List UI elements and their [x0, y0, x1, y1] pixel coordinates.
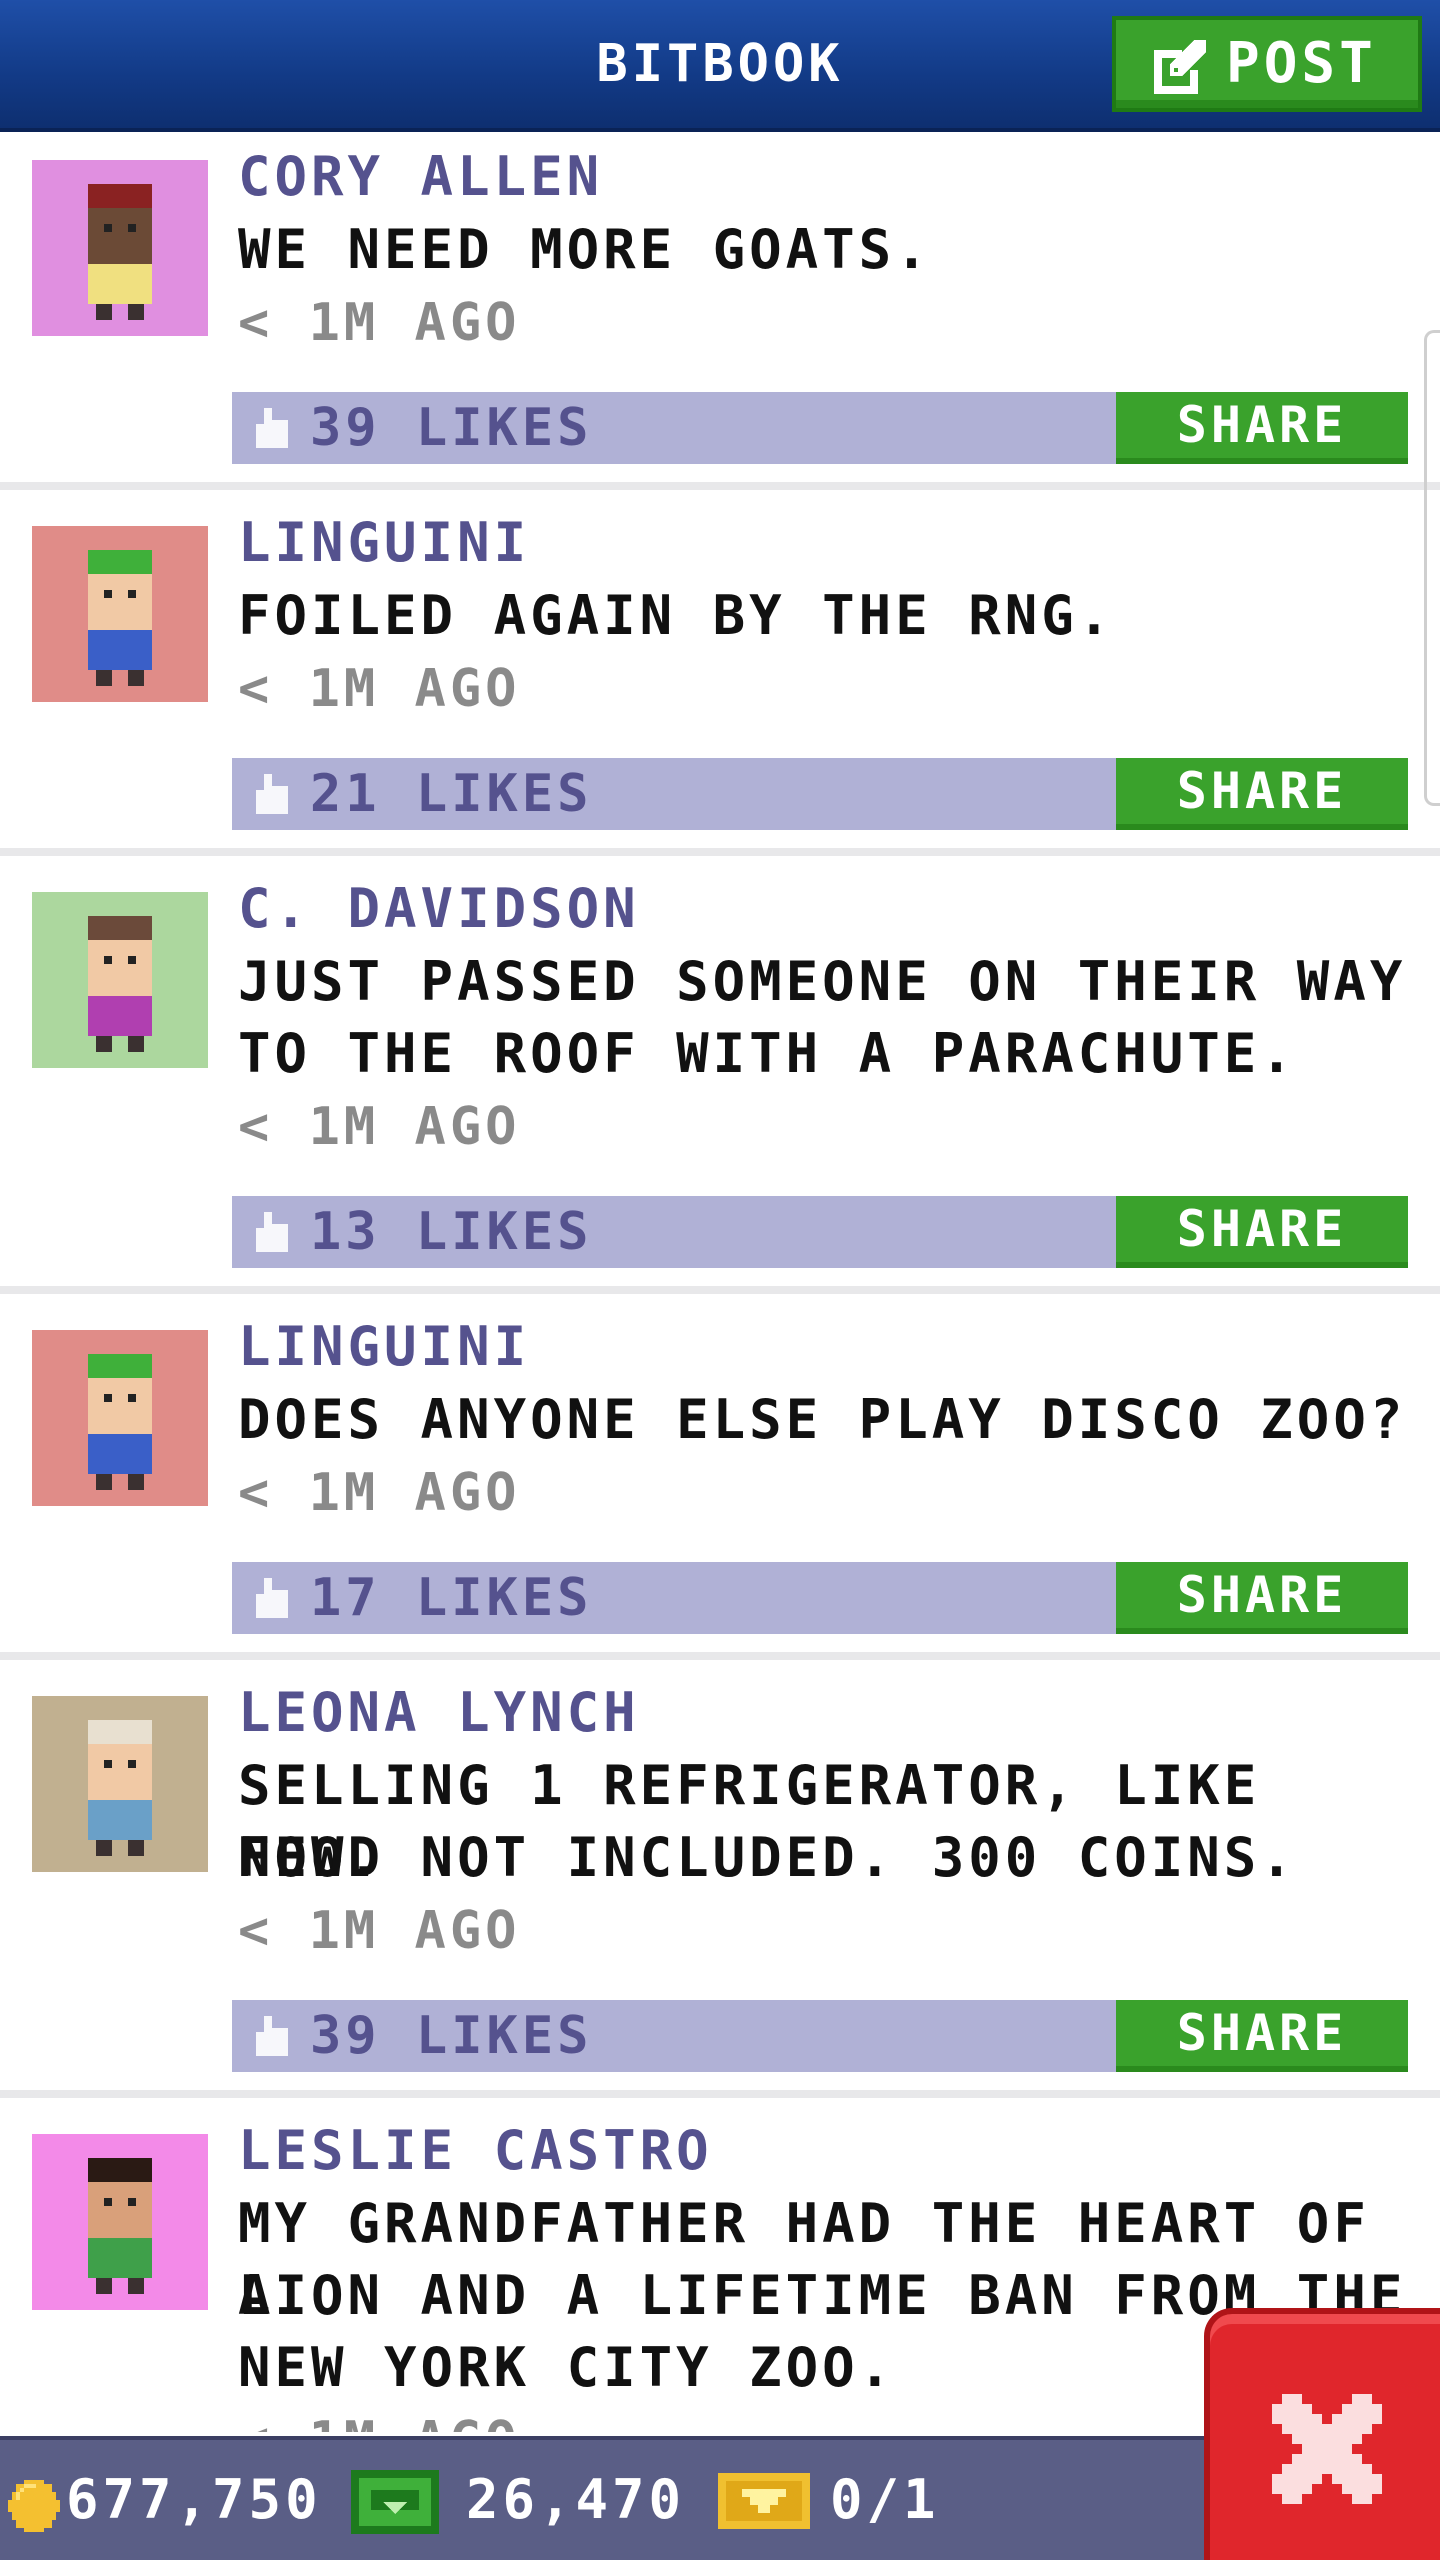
- avatar[interactable]: [32, 2134, 208, 2310]
- likes-count: 39 LIKES: [310, 2006, 593, 2066]
- author-name[interactable]: LESLIE CASTRO: [238, 2116, 713, 2186]
- post-text-line: MY GRANDFATHER HAD THE HEART OF A: [238, 2192, 1370, 2327]
- author-name[interactable]: LINGUINI: [238, 508, 530, 578]
- avatar[interactable]: [32, 1330, 208, 1506]
- likes-count: 17 LIKES: [310, 1568, 593, 1628]
- post-time: < 1M AGO: [238, 2406, 520, 2432]
- share-button[interactable]: SHARE: [1116, 758, 1408, 830]
- post-time: < 1M AGO: [238, 659, 521, 719]
- coin-icon: [8, 2480, 60, 2532]
- post-text-line: DOES ANYONE ELSE PLAY DISCO ZOO?: [238, 1388, 1407, 1451]
- thumbs-up-icon[interactable]: [252, 2016, 292, 2056]
- feed-post: LINGUINI FOILED AGAIN BY THE RNG. < 1M AGO…: [0, 498, 1440, 856]
- author-name[interactable]: CORY ALLEN: [238, 142, 603, 212]
- thumbs-up-icon[interactable]: [252, 408, 292, 448]
- share-button[interactable]: SHARE: [1116, 392, 1408, 464]
- edit-icon: [1154, 40, 1206, 94]
- bux-icon: [351, 2470, 439, 2534]
- post-text-line: WE NEED MORE GOATS.: [238, 218, 932, 281]
- share-button[interactable]: SHARE: [1116, 1196, 1408, 1268]
- thumbs-up-icon[interactable]: [252, 1212, 292, 1252]
- share-button[interactable]: SHARE: [1116, 1562, 1408, 1634]
- close-button[interactable]: [1204, 2308, 1440, 2560]
- feed-list[interactable]: CORY ALLEN WE NEED MORE GOATS. < 1M AGO 39 …: [0, 132, 1440, 2432]
- post-text-line: FOILED AGAIN BY THE RNG.: [238, 584, 1115, 647]
- post-text-line: FOOD NOT INCLUDED. 300 COINS.: [238, 1826, 1297, 1889]
- likes-bar: 13 LIKES SHARE: [232, 1196, 1408, 1268]
- feed-post: LEONA LYNCH SELLING 1 REFRIGERATOR, LIKE …: [0, 1668, 1440, 2098]
- likes-bar: 21 LIKES SHARE: [232, 758, 1408, 830]
- bux-count: 26,470: [466, 2468, 686, 2531]
- avatar[interactable]: [32, 526, 208, 702]
- header-bar: BITBOOK POST: [0, 0, 1440, 132]
- avatar[interactable]: [32, 892, 208, 1068]
- post-button-label: POST: [1226, 31, 1377, 96]
- post-time: < 1M AGO: [238, 1463, 521, 1523]
- likes-count: 39 LIKES: [310, 398, 593, 458]
- share-button[interactable]: SHARE: [1116, 2000, 1408, 2072]
- feed-post: C. DAVIDSON JUST PASSED SOMEONE ON THEIR …: [0, 864, 1440, 1294]
- likes-count: 13 LIKES: [310, 1202, 593, 1262]
- author-name[interactable]: LEONA LYNCH: [238, 1678, 640, 1748]
- post-text-line: SELLING 1 REFRIGERATOR, LIKE NEW.: [238, 1754, 1261, 1889]
- post-time: < 1M AGO: [238, 293, 521, 353]
- post-text-line: JUST PASSED SOMEONE ON THEIR WAY: [238, 950, 1407, 1013]
- coins-count: 677,750: [66, 2468, 322, 2531]
- scrollbar[interactable]: [1424, 330, 1440, 806]
- avatar[interactable]: [32, 160, 208, 336]
- close-icon: [1272, 2394, 1382, 2504]
- ticket-icon: [718, 2473, 810, 2529]
- tickets-count: 0/1: [830, 2468, 940, 2531]
- author-name[interactable]: LINGUINI: [238, 1312, 530, 1382]
- author-name[interactable]: C. DAVIDSON: [238, 874, 640, 944]
- post-time: < 1M AGO: [238, 1901, 521, 1961]
- likes-count: 21 LIKES: [310, 764, 593, 824]
- likes-bar: 39 LIKES SHARE: [232, 2000, 1408, 2072]
- feed-post: CORY ALLEN WE NEED MORE GOATS. < 1M AGO 39 …: [0, 132, 1440, 490]
- post-button[interactable]: POST: [1112, 16, 1422, 112]
- avatar[interactable]: [32, 1696, 208, 1872]
- likes-bar: 17 LIKES SHARE: [232, 1562, 1408, 1634]
- post-time: < 1M AGO: [238, 1097, 521, 1157]
- feed-post: LINGUINI DOES ANYONE ELSE PLAY DISCO ZOO?…: [0, 1302, 1440, 1660]
- likes-bar: 39 LIKES SHARE: [232, 392, 1408, 464]
- thumbs-up-icon[interactable]: [252, 1578, 292, 1618]
- post-text-line: TO THE ROOF WITH A PARACHUTE.: [238, 1022, 1297, 1085]
- thumbs-up-icon[interactable]: [252, 774, 292, 814]
